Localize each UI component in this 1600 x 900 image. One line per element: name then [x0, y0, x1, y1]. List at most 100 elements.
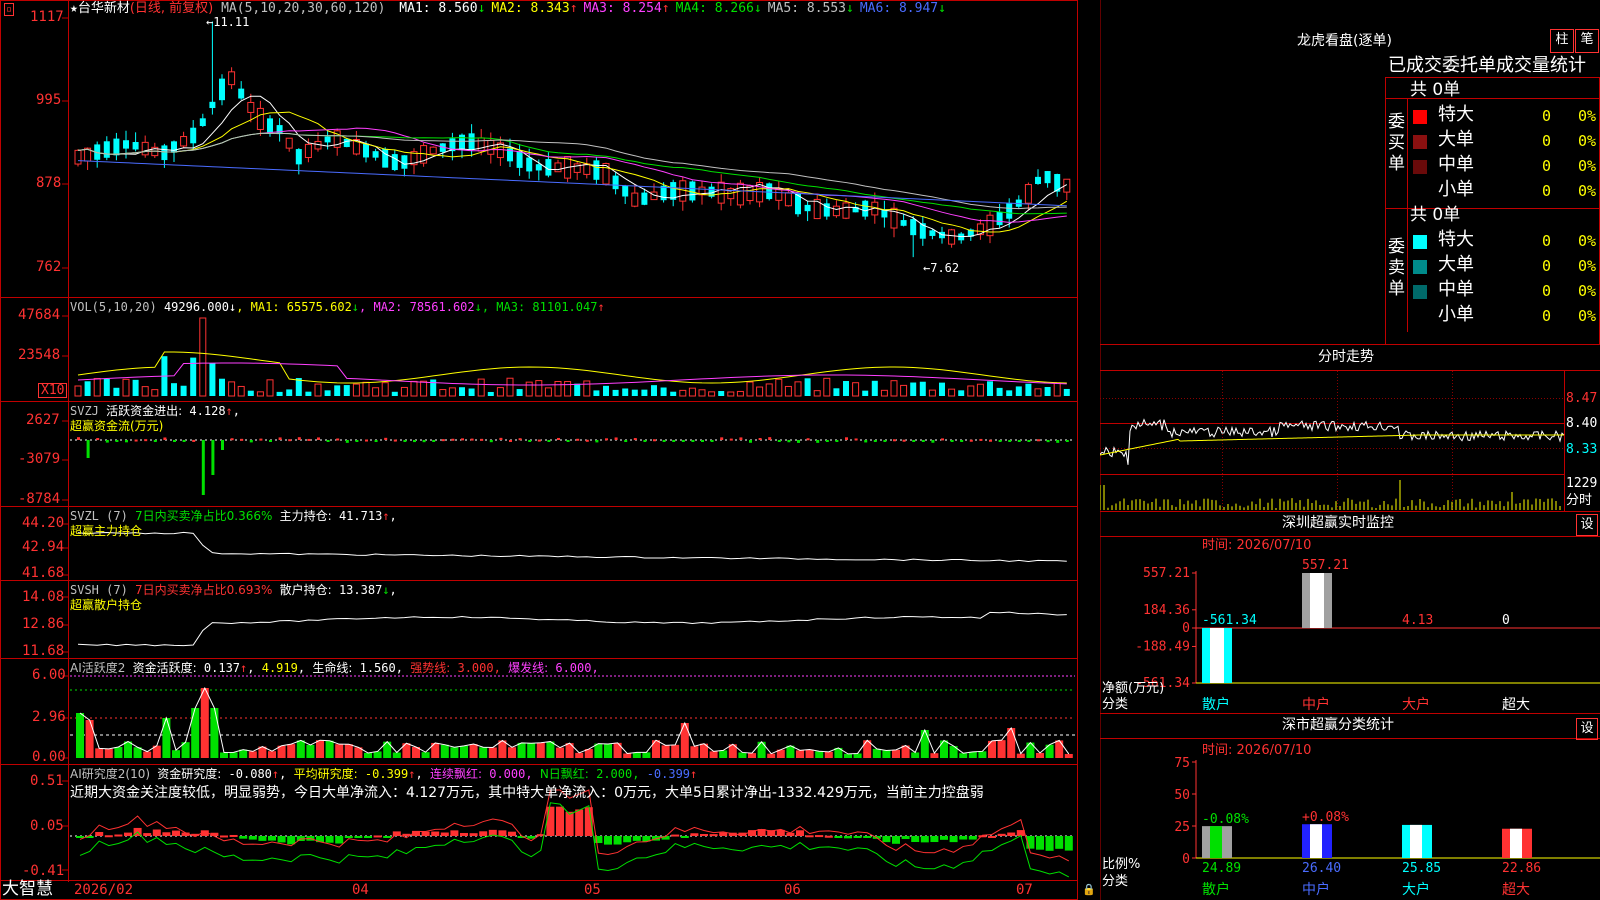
candle — [516, 143, 523, 176]
volume-bar — [535, 380, 543, 397]
ai2-bar — [220, 835, 228, 838]
candle — [775, 180, 783, 210]
ma-value-3: MA3: 8.254↑ — [583, 1, 670, 16]
monitor-category-label: 大户 — [1402, 696, 1430, 713]
class-bar — [1202, 826, 1232, 858]
volume-bar — [967, 385, 975, 397]
volume-bar — [487, 391, 494, 396]
svzj-bar — [96, 438, 100, 441]
vol-header: VOL(5,10,20) 49296.000↓, MA1: 65575.602↓… — [70, 300, 605, 314]
ai1-bar — [479, 747, 488, 758]
svzj-bar — [835, 440, 839, 442]
ai1-bar — [469, 744, 478, 758]
candle — [180, 131, 188, 149]
ma-line-20 — [77, 127, 1067, 223]
sz-monitor-settings-button[interactable]: 设 — [1576, 514, 1598, 536]
buy-row-label: 中单 — [1438, 154, 1474, 175]
buy-swatch — [1413, 160, 1427, 174]
ai2-bar — [335, 836, 344, 844]
ai1-bar — [143, 751, 152, 758]
svzj-bar — [701, 440, 704, 442]
price-axis-label: 878 — [36, 175, 62, 191]
candle — [1035, 169, 1041, 185]
ai1-bar — [306, 744, 315, 758]
svzj-bar — [883, 440, 887, 442]
svzj-bar — [624, 440, 628, 442]
volume-bar — [987, 381, 993, 396]
sz-class-settings-button[interactable]: 设 — [1576, 718, 1598, 740]
monitor-category-label: 中户 — [1302, 696, 1330, 713]
volume-bar — [900, 384, 908, 397]
sell-row-count: 0 — [1542, 257, 1552, 275]
ai1-bar — [997, 740, 1006, 758]
volume-bar — [928, 389, 936, 397]
volume-bar — [343, 385, 350, 396]
tick-view-button[interactable]: 笔 — [1575, 29, 1599, 53]
lock-icon[interactable]: 🔒 — [1082, 884, 1096, 895]
volume-bar — [804, 378, 811, 396]
chart-mode[interactable]: (日线, 前复权) — [130, 1, 213, 16]
candle — [1044, 171, 1051, 188]
ai2-bar — [863, 836, 872, 838]
svzj-bar — [749, 440, 752, 443]
svzl-axis-label: 44.20 — [22, 515, 65, 531]
svzj-bar — [902, 439, 906, 442]
monitor-value-label: 4.13 — [1402, 613, 1433, 628]
ai2-bar — [287, 836, 296, 845]
candle — [190, 120, 197, 150]
ai1-bar — [1064, 753, 1073, 758]
vol-unit-badge[interactable]: X10 — [38, 383, 68, 398]
ai1-bar — [844, 753, 852, 758]
date-axis-label: 07 — [1016, 882, 1033, 898]
ai2-bar — [460, 832, 468, 836]
ai2-axis-label: 0.51 — [30, 773, 64, 789]
kline-chart-area[interactable] — [0, 0, 1078, 900]
candle — [401, 155, 408, 177]
ai1-bar — [517, 742, 526, 758]
buy-row-pct: 0% — [1578, 182, 1597, 200]
ai1-bar — [508, 747, 516, 758]
volume-bar — [372, 387, 380, 397]
favorite-star-icon[interactable]: ★ — [70, 1, 78, 16]
candle — [256, 100, 264, 136]
sell-row-count: 0 — [1542, 307, 1552, 325]
ai1-bar — [671, 744, 680, 758]
ai2-bar — [565, 811, 574, 836]
ai1-bar — [642, 752, 651, 758]
svzj-bar — [345, 440, 349, 443]
svzj-bar — [989, 439, 992, 442]
vol-axis-label: 47684 — [18, 307, 61, 323]
brand-logo[interactable]: 大智慧 — [2, 881, 53, 898]
monitor-axis-label: -188.49 — [1135, 639, 1190, 654]
vol-ma-1: , MA1: 65575.602↓ — [236, 300, 360, 314]
buy-row-pct: 0% — [1578, 157, 1597, 175]
svzj-bar — [211, 440, 215, 475]
volume-bar — [544, 387, 552, 397]
svsh-header: SVSH (7) 7日内买卖净占比0.693% 散户持仓: 13.387↓, — [70, 583, 397, 597]
volume-bar — [784, 385, 792, 397]
intraday-avg-line — [1100, 434, 1564, 456]
candle — [304, 138, 312, 163]
svzl-subtitle: 超赢主力持仓 — [70, 524, 143, 538]
ai-activity-header: AI活跃度2 资金活跃度: 0.137↑, 4.919, 生命线: 1.560,… — [70, 661, 599, 675]
ai2-bar — [911, 836, 920, 843]
volume-bar — [718, 391, 725, 396]
volume-bar — [736, 390, 744, 397]
monitor-bar — [1302, 573, 1332, 628]
class-category-label: 大户 — [1402, 881, 1430, 898]
ai1-bar — [210, 708, 219, 758]
monitor-category-label: 散户 — [1202, 696, 1230, 713]
ai1-axis-label: 6.00 — [32, 667, 66, 683]
bar-view-button[interactable]: 柱 — [1550, 29, 1574, 53]
ai1-bar — [767, 753, 776, 758]
ai2-bar — [277, 836, 286, 843]
candle — [94, 141, 101, 168]
date-axis-label: 06 — [784, 882, 801, 898]
ai2-bar — [364, 836, 372, 838]
window-icon[interactable]: ▫ — [4, 3, 15, 16]
candle — [976, 219, 984, 240]
svzj-bar — [509, 439, 512, 442]
candle — [948, 228, 956, 248]
svzj-bar — [912, 440, 916, 442]
volume-bar — [381, 382, 389, 397]
